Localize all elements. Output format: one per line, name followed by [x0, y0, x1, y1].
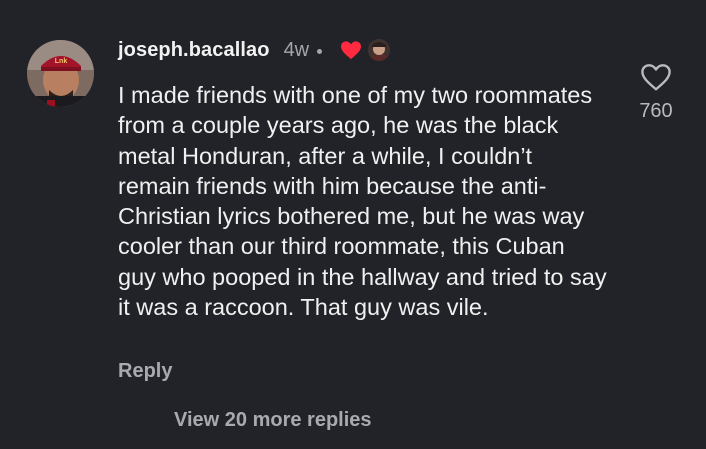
creator-liked-heart-icon	[340, 40, 362, 60]
comment-text: I made friends with one of my two roomma…	[118, 82, 607, 321]
timestamp: 4w	[283, 38, 310, 61]
creator-avatar	[368, 39, 391, 61]
svg-text:Lnk: Lnk	[55, 58, 68, 65]
avatar[interactable]: Lnk	[27, 40, 94, 107]
like-count: 760	[639, 100, 673, 122]
heart-outline-icon[interactable]	[640, 62, 672, 92]
comment: Lnk joseph.bacallao 4w I made friends wi…	[0, 0, 706, 449]
view-more-replies-button[interactable]: View 20 more replies	[174, 409, 372, 432]
avatar-image: Lnk	[27, 40, 94, 107]
username[interactable]: joseph.bacallao	[118, 39, 270, 62]
comment-header: joseph.bacallao 4w	[118, 36, 391, 64]
separator-dot	[317, 49, 323, 54]
reply-button[interactable]: Reply	[118, 360, 172, 383]
